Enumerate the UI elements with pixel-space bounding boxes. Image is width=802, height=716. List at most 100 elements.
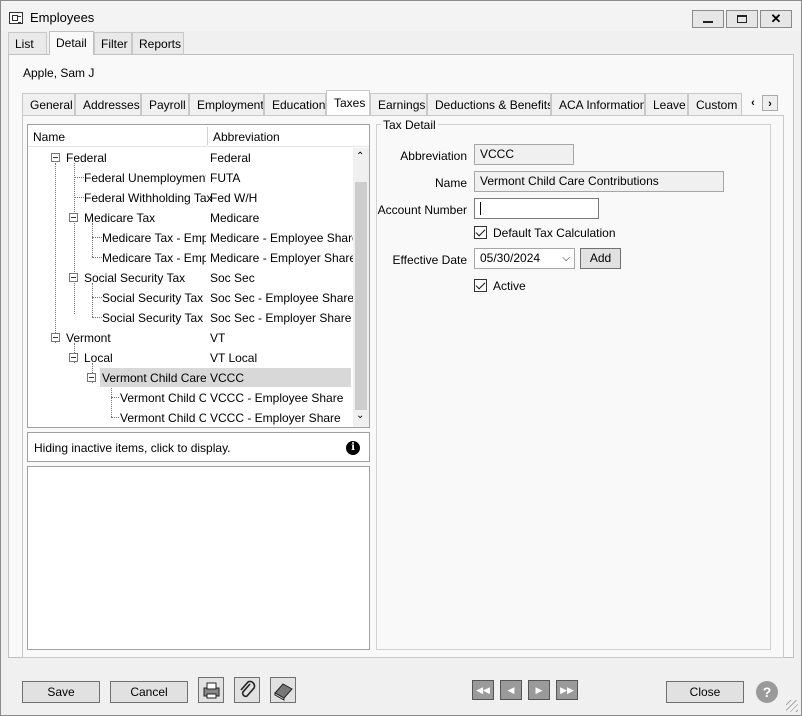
tab-general[interactable]: General <box>22 93 75 115</box>
first-record-button[interactable]: ◀◀ <box>472 680 494 700</box>
tab-reports[interactable]: Reports <box>132 32 184 54</box>
print-button[interactable] <box>198 677 224 703</box>
text-cursor <box>480 202 481 215</box>
title-bar <box>1 1 801 31</box>
tab-filter[interactable]: Filter <box>94 32 132 54</box>
tree-row-name: Vermont Child C... <box>120 411 206 425</box>
tab-employment[interactable]: Employment <box>189 93 264 115</box>
next-record-button[interactable]: ▶ <box>528 680 550 700</box>
restore-button[interactable] <box>726 10 758 28</box>
tree-row[interactable]: Vermont Child C... VCCC - Employee Share <box>28 387 353 407</box>
tree-row-name: Medicare Tax <box>84 211 156 225</box>
column-header-name[interactable]: Name <box>33 130 65 144</box>
tree-row-name: Medicare Tax - Emp... <box>102 231 206 245</box>
abbreviation-label: Abbreviation <box>400 149 467 163</box>
tree-row-abbrev: Fed W/H <box>210 191 258 205</box>
tree-row[interactable]: Vermont VT <box>28 327 353 347</box>
tax-tree[interactable]: Name Abbreviation Federal Federal Federa… <box>27 124 370 428</box>
tree-row[interactable]: Federal Withholding Tax Fed W/H <box>28 187 353 207</box>
tree-row[interactable]: Social Security Tax ... Soc Sec - Employ… <box>28 307 353 327</box>
tab-scroll-right-icon[interactable]: › <box>762 95 778 111</box>
tree-row-name: Vermont Child C... <box>120 391 206 405</box>
tree-row-abbrev: VCCC <box>210 371 245 385</box>
info-icon[interactable]: i <box>346 441 360 455</box>
tab-detail[interactable]: Detail <box>49 31 94 55</box>
tab-scroll-left-icon[interactable]: ‹ <box>745 95 761 111</box>
previous-record-button[interactable]: ◀ <box>500 680 522 700</box>
tree-row[interactable]: Social Security Tax ... Soc Sec - Employ… <box>28 287 354 307</box>
tree-row-name: Federal Withholding Tax <box>84 191 213 205</box>
minimize-icon <box>703 21 713 23</box>
tree-row-abbrev: Soc Sec <box>210 271 255 285</box>
tree-row[interactable]: Medicare Tax Medicare <box>28 207 353 227</box>
tab-aca-information[interactable]: ACA Information <box>551 93 645 115</box>
tree-row-selected[interactable]: Vermont Child Care... VCCC <box>28 367 353 387</box>
attach-button[interactable] <box>234 677 260 703</box>
account-number-input[interactable] <box>474 198 599 219</box>
name-field[interactable]: Vermont Child Care Contributions <box>474 171 724 192</box>
default-tax-calculation-label[interactable]: Default Tax Calculation <box>493 226 616 240</box>
scroll-down-icon[interactable]: ⌄ <box>356 410 364 421</box>
collapse-icon[interactable] <box>69 273 78 282</box>
tree-row-abbrev: VT <box>210 331 226 345</box>
notes-panel <box>27 466 370 650</box>
close-window-button[interactable]: ✕ <box>760 10 792 28</box>
inactive-notice[interactable]: Hiding inactive items, click to display. <box>34 441 231 455</box>
tree-row-abbrev: VT Local <box>210 351 258 365</box>
tab-taxes[interactable]: Taxes <box>326 90 370 115</box>
chevron-down-icon[interactable]: ⌵ <box>562 249 570 268</box>
tab-addresses[interactable]: Addresses <box>75 93 141 115</box>
active-checkbox[interactable] <box>474 279 487 292</box>
save-button[interactable]: Save <box>22 681 100 703</box>
last-record-button[interactable]: ▶▶ <box>556 680 578 700</box>
column-header-abbreviation[interactable]: Abbreviation <box>213 130 280 144</box>
collapse-icon[interactable] <box>51 333 60 342</box>
collapse-icon[interactable] <box>87 373 96 382</box>
tab-deductions-benefits[interactable]: Deductions & Benefits <box>427 93 551 115</box>
help-icon[interactable]: ? <box>756 681 778 703</box>
app-icon <box>9 12 23 24</box>
tree-row-abbrev: Federal <box>210 151 251 165</box>
minimize-button[interactable] <box>692 10 724 28</box>
collapse-icon[interactable] <box>69 353 78 362</box>
notes-button[interactable] <box>270 677 296 703</box>
tree-row[interactable]: Federal Federal <box>28 147 353 167</box>
close-button[interactable]: Close <box>666 681 744 703</box>
cancel-button[interactable]: Cancel <box>110 681 188 703</box>
tree-row[interactable]: Medicare Tax - Emp... Medicare - Employe… <box>28 247 357 267</box>
column-divider[interactable] <box>207 127 208 145</box>
name-label: Name <box>434 176 467 190</box>
resize-grip[interactable] <box>786 700 798 712</box>
tree-row[interactable]: Local VT Local <box>28 347 353 367</box>
tree-row-name: Federal Unemployment... <box>84 171 206 185</box>
tree-row-abbrev: Medicare - Employer Share <box>210 251 357 265</box>
tab-earnings[interactable]: Earnings <box>370 93 427 115</box>
tax-detail-legend: Tax Detail <box>381 118 438 132</box>
printer-icon <box>203 682 220 699</box>
tree-row-name: Medicare Tax - Emp... <box>102 251 206 265</box>
paperclip-icon <box>240 680 256 698</box>
add-date-button[interactable]: Add <box>580 248 621 269</box>
inactive-items-bar[interactable]: Hiding inactive items, click to display.… <box>27 432 370 462</box>
tree-row-name: Federal <box>66 151 107 165</box>
tree-row-abbrev: VCCC - Employee Share <box>210 391 344 405</box>
tree-row[interactable]: Vermont Child C... VCCC - Employer Share <box>28 407 353 427</box>
default-tax-calculation-checkbox[interactable] <box>474 226 487 239</box>
tab-leave[interactable]: Leave <box>645 93 688 115</box>
tab-custom-fields[interactable]: Custom F <box>688 93 742 115</box>
collapse-icon[interactable] <box>51 153 60 162</box>
effective-date-value: 05/30/2024 <box>480 251 541 265</box>
tree-row-abbrev: FUTA <box>210 171 241 185</box>
effective-date-select[interactable]: 05/30/2024 ⌵ <box>474 248 575 269</box>
tree-row-abbrev: Soc Sec - Employer Share <box>210 311 352 325</box>
restore-icon <box>737 15 747 23</box>
tab-payroll[interactable]: Payroll <box>141 93 189 115</box>
active-label[interactable]: Active <box>493 279 526 293</box>
tab-education[interactable]: Education <box>264 93 326 115</box>
tab-list[interactable]: List <box>8 32 47 54</box>
tree-row[interactable]: Federal Unemployment... FUTA <box>28 167 353 187</box>
abbreviation-field[interactable]: VCCC <box>474 144 574 165</box>
tree-row[interactable]: Social Security Tax Soc Sec <box>28 267 353 287</box>
collapse-icon[interactable] <box>69 213 78 222</box>
tree-row[interactable]: Medicare Tax - Emp... Medicare - Employe… <box>28 227 359 247</box>
